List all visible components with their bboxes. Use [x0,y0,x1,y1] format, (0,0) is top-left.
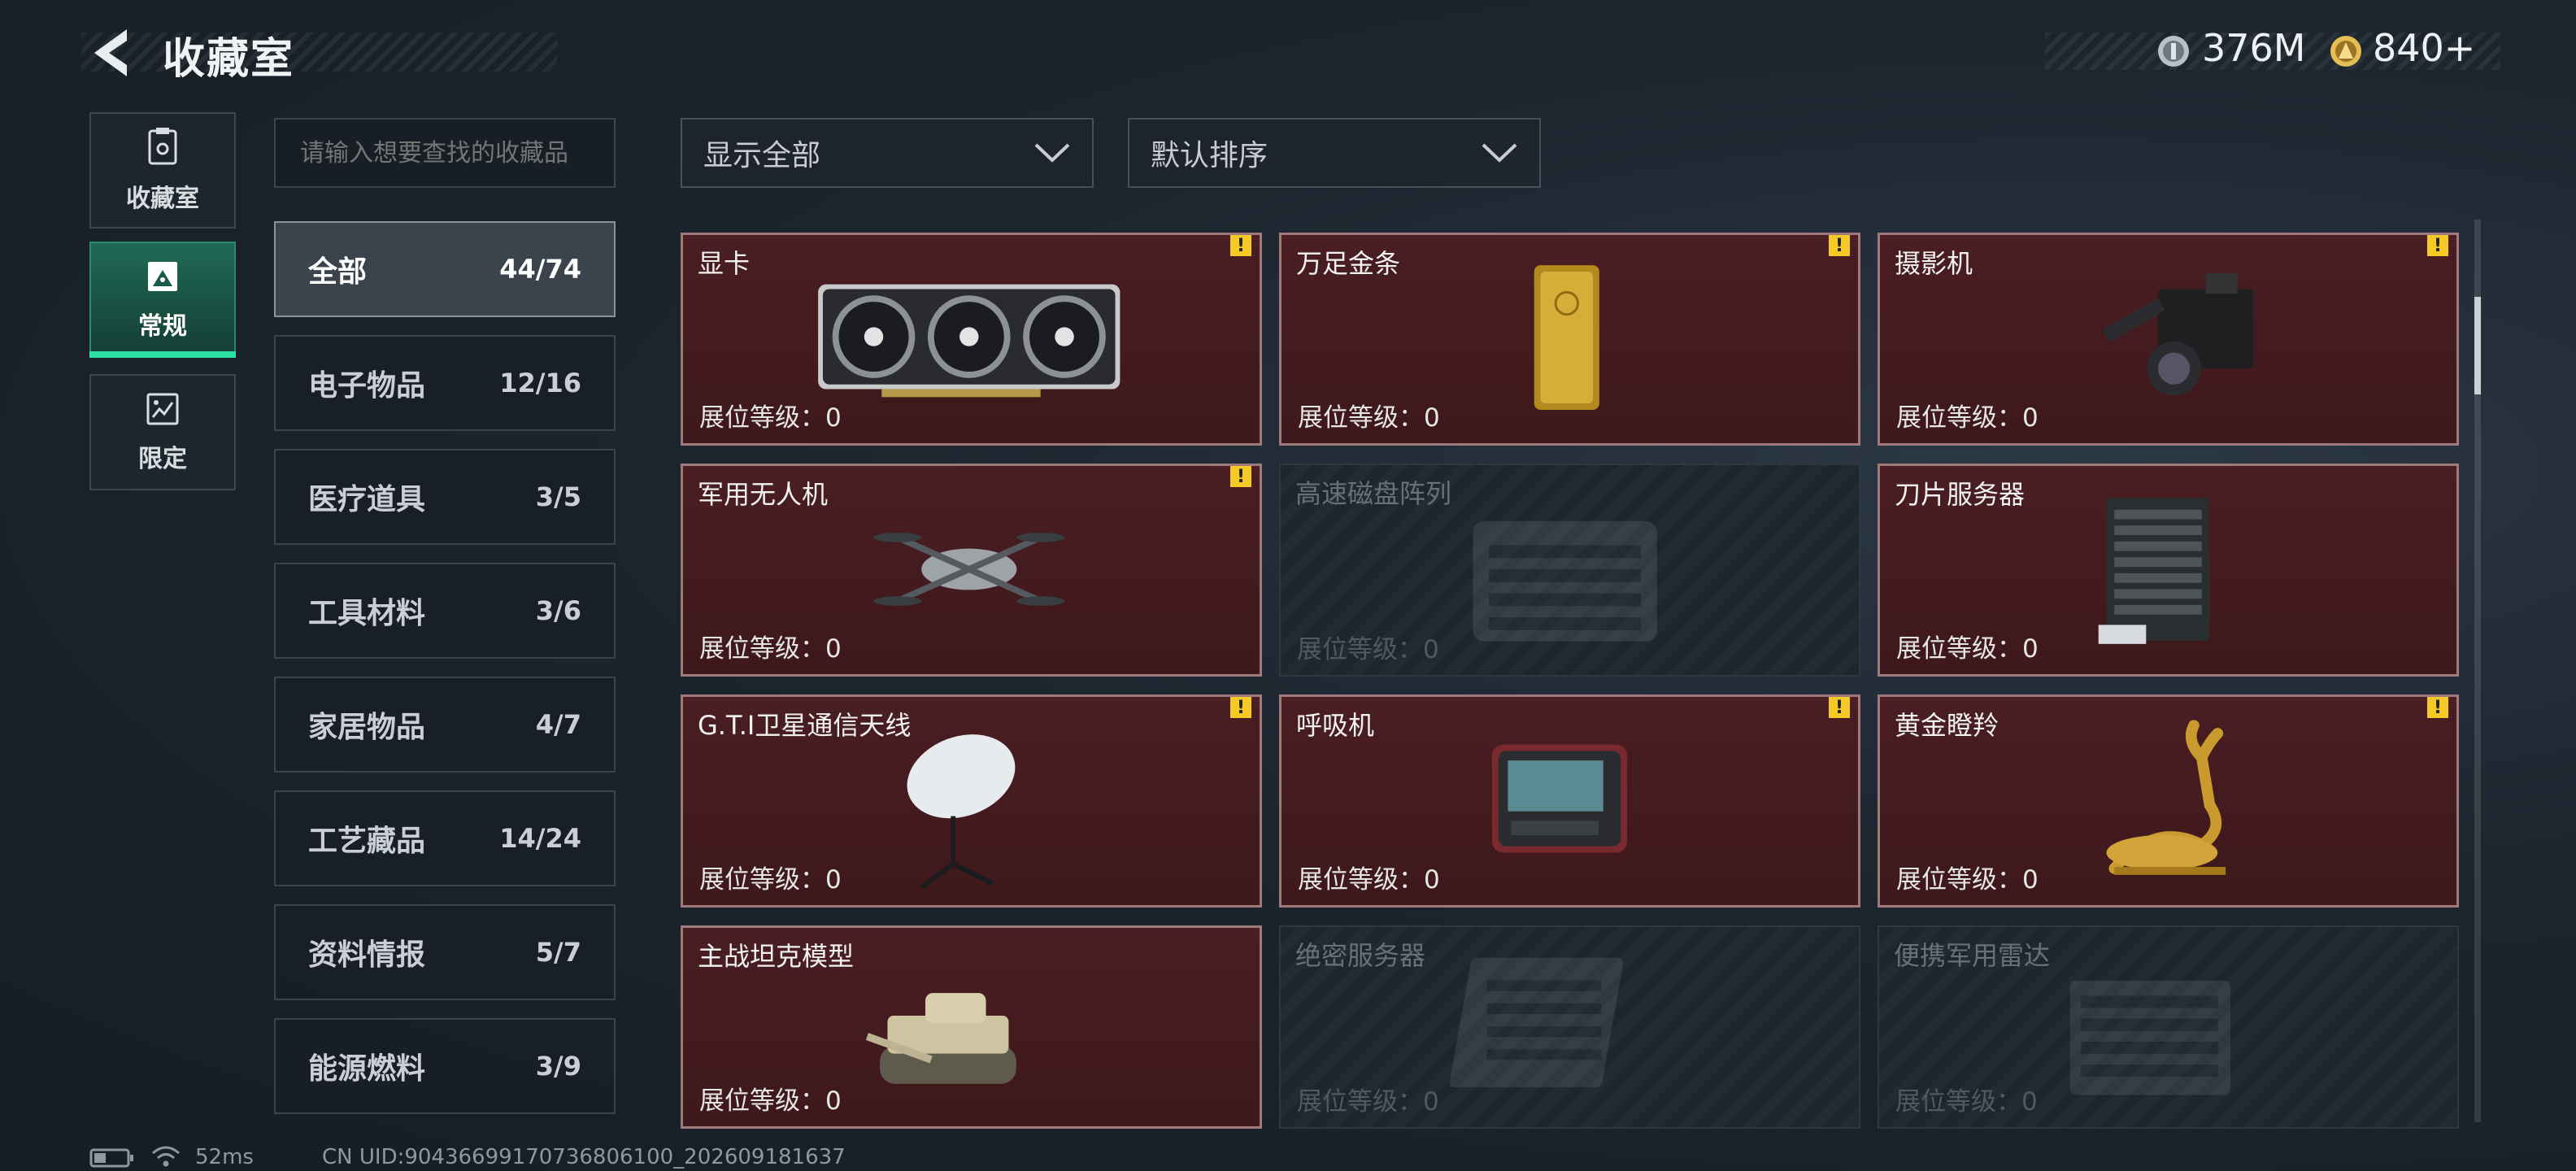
category-count: 44/74 [499,254,581,285]
back-arrow-icon[interactable] [88,24,137,81]
category-name: 能源燃料 [308,1052,426,1086]
category-item[interactable]: 医疗道具 3/5 [274,449,616,545]
title-bar-background [81,33,557,72]
category-count: 3/9 [535,1051,581,1082]
category-name: 资料情报 [308,938,426,972]
collection-item-card[interactable]: 显卡展位等级：0! [681,233,1262,446]
category-item[interactable]: 工艺藏品 14/24 [274,790,616,886]
chevron-down-icon [1034,143,1070,163]
item-name: 主战坦克模型 [698,941,855,972]
collection-item-card[interactable]: 便携军用雷达 展位等级：0 [1878,925,2459,1129]
nav-label: 常规 [138,311,187,341]
item-name: G.T.I卫星通信天线 [698,710,912,741]
category-name: 电子物品 [308,369,426,403]
category-name: 医疗道具 [308,483,426,516]
category-item[interactable]: 资料情报 5/7 [274,904,616,1000]
booth-level: 展位等级：0 [1297,635,1439,664]
category-name: 工艺藏品 [308,825,426,858]
scrollbar-thumb[interactable] [2474,297,2481,394]
booth-level: 展位等级：0 [1298,865,1440,895]
collection-item-card[interactable]: G.T.I卫星通信天线 展位等级：0! [681,694,1262,908]
category-count: 5/7 [535,937,581,968]
chevron-down-icon [1482,143,1517,163]
category-name: 家居物品 [308,711,426,744]
silver-currency-value: 376M [2202,26,2306,70]
item-name: 高速磁盘阵列 [1295,478,1452,509]
category-count: 14/24 [499,823,581,854]
alert-badge-icon: ! [2427,235,2448,256]
collection-item-card[interactable]: 绝密服务器展位等级：0 [1279,925,1860,1129]
wifi-icon [152,1146,180,1167]
collection-item-card[interactable]: 呼吸机展位等级：0! [1279,694,1860,908]
alert-badge-icon: ! [1230,235,1251,256]
ping-value: 52ms [195,1145,254,1169]
collection-item-card[interactable]: 黄金瞪羚展位等级：0! [1878,694,2459,908]
booth-level: 展位等级：0 [699,865,842,895]
regular-items-icon [148,261,177,291]
category-count: 3/5 [535,481,581,512]
booth-level: 展位等级：0 [699,403,842,433]
category-name: 全部 [308,255,368,289]
category-count: 3/6 [535,595,581,626]
uid-text: CN UID:9043669917073680610​0_20260918163… [322,1145,846,1169]
item-name: 黄金瞪羚 [1895,710,1999,741]
nav-collection-room[interactable]: 收藏室 [89,112,236,229]
booth-level: 展位等级：0 [699,1086,842,1116]
item-name: 万足金条 [1296,248,1401,279]
item-name: 呼吸机 [1296,710,1375,741]
gold-coin-icon [2330,36,2361,67]
nav-regular[interactable]: 常规 [89,242,236,358]
page-title: 收藏室 [163,35,295,84]
collection-room-icon [148,127,177,164]
booth-level: 展位等级：0 [1896,634,2039,664]
nav-limited[interactable]: 限定 [89,374,236,490]
nav-active-indicator [89,351,236,358]
collection-item-card[interactable]: 军用无人机展位等级：0! [681,464,1262,677]
nav-label: 收藏室 [126,184,199,213]
category-item[interactable]: 家居物品 4/7 [274,677,616,773]
collection-item-card[interactable]: 摄影机展位等级：0! [1878,233,2459,446]
category-count: 12/16 [499,368,581,398]
silver-coin-icon [2158,36,2189,67]
show-filter-dropdown[interactable]: 显示全部 [681,118,1094,188]
gold-currency-value: 840+ [2373,26,2476,70]
alert-badge-icon: ! [1230,466,1251,487]
booth-level: 展位等级：0 [1896,865,2039,895]
search-input[interactable] [274,118,616,188]
booth-level: 展位等级：0 [1298,403,1440,433]
collection-item-card[interactable]: 刀片服务器展位等级：0 [1878,464,2459,677]
category-item[interactable]: 电子物品 12/16 [274,335,616,431]
sort-label: 默认排序 [1151,139,1268,172]
collection-item-card[interactable]: 高速磁盘阵列 展位等级：0 [1279,464,1860,677]
alert-badge-icon: ! [1829,235,1850,256]
alert-badge-icon: ! [2427,697,2448,718]
limited-items-icon [146,393,179,424]
sort-dropdown[interactable]: 默认排序 [1128,118,1541,188]
item-name: 摄影机 [1895,248,1973,279]
booth-level: 展位等级：0 [1297,1087,1439,1117]
category-count: 4/7 [535,709,581,740]
category-item[interactable]: 工具材料 3/6 [274,563,616,659]
item-name: 便携军用雷达 [1894,940,2051,971]
category-name: 工具材料 [308,597,426,630]
booth-level: 展位等级：0 [1896,403,2039,433]
battery-icon [89,1148,133,1168]
alert-badge-icon: ! [1230,697,1251,718]
item-name: 军用无人机 [698,479,829,510]
item-name: 显卡 [698,248,751,279]
collection-item-card[interactable]: 主战坦克模型 展位等级：0 [681,925,1262,1129]
collection-item-card[interactable]: 万足金条展位等级：0! [1279,233,1860,446]
nav-label: 限定 [138,444,187,473]
item-name: 绝密服务器 [1295,940,1426,971]
category-item[interactable]: 能源燃料 3/9 [274,1018,616,1114]
show-filter-label: 显示全部 [703,139,821,172]
item-name: 刀片服务器 [1895,479,2026,510]
booth-level: 展位等级：0 [1895,1087,2038,1117]
booth-level: 展位等级：0 [699,634,842,664]
category-item[interactable]: 全部 44/74 [274,221,616,317]
alert-badge-icon: ! [1829,697,1850,718]
